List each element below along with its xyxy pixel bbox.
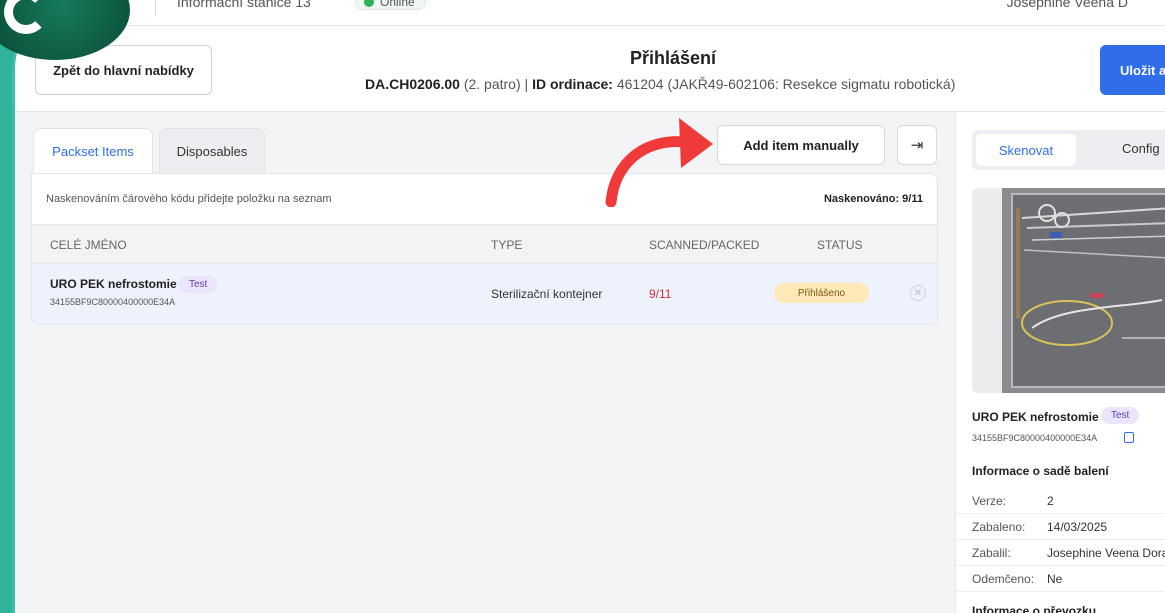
detail-row-packed-date: Zabaleno: 14/03/2025 [956, 514, 1165, 540]
app-frame: Informační stanice 13 Online Josephine V… [12, 0, 1165, 613]
column-header-status[interactable]: STATUS [817, 238, 863, 252]
page-header: Zpět do hlavní nabídky Přihlášení DA.CH0… [15, 26, 1165, 112]
detail-value: 14/03/2025 [1047, 520, 1108, 534]
detail-sidebar: Skenovat Config URO PEK nefrostomie Test… [955, 112, 1165, 613]
divider [155, 0, 156, 16]
callout-arrow-icon [605, 118, 713, 207]
detail-row-packed-by: Zabalil: Josephine Veena Dora [956, 540, 1165, 566]
tab-disposables[interactable]: Disposables [159, 128, 265, 174]
separator: | [524, 76, 533, 92]
location-code: DA.CH0206.00 [365, 76, 460, 92]
packset-items-panel: Naskenováním čárového kódu přidejte polo… [31, 173, 938, 325]
scanned-count: Naskenováno: 9/11 [823, 193, 923, 205]
instrument-tray-image [972, 188, 1165, 393]
selected-item-code: 34155BF9C80000400000E34A [972, 433, 1098, 443]
item-scanned-packed: 9/11 [649, 287, 672, 301]
packset-info-title: Informace o sadě balení [972, 464, 1109, 478]
collapse-right-icon: ⇥ [910, 137, 924, 154]
detail-key: Verze: [972, 494, 1007, 508]
station-name: Informační stanice 13 [177, 0, 311, 10]
scan-hint: Naskenováním čárového kódu přidejte polo… [46, 193, 332, 205]
transport-info-title: Informace o převozku [972, 604, 1097, 613]
online-dot-icon [364, 0, 374, 7]
tab-config[interactable]: Config [1122, 141, 1160, 156]
copy-icon[interactable] [1124, 432, 1134, 443]
page-title: Přihlášení [629, 48, 717, 68]
tab-scan[interactable]: Skenovat [976, 134, 1076, 166]
sidebar-tabs: Skenovat Config [972, 130, 1165, 170]
operating-id-label: ID ordinace: [532, 76, 613, 92]
detail-row-version: Verze: 2 [956, 488, 1165, 514]
floor-label: (2. patro) [463, 76, 521, 92]
packset-photo [972, 188, 1165, 393]
operation-info: DA.CH0206.00 (2. patro) | ID ordinace: 4… [365, 76, 1065, 92]
operating-id-value: 461204 (JAKŘ49-602106: Resekce sigmatu r… [616, 76, 956, 92]
detail-row-unlocked: Odemčeno: Ne [956, 566, 1165, 592]
detail-value: Josephine Veena Dora [1047, 546, 1165, 560]
scan-hint-row: Naskenováním čárového kódu přidejte polo… [32, 174, 937, 224]
online-status-label: Online [380, 0, 415, 9]
table-row[interactable]: URO PEK nefrostomie Test 34155BF9C800004… [32, 264, 937, 324]
add-item-manually-button[interactable]: Add item manually [717, 125, 885, 165]
detail-key: Zabaleno: [972, 520, 1026, 534]
column-header-scanned[interactable]: SCANNED/PACKED [649, 238, 759, 252]
detail-value: Ne [1047, 572, 1063, 586]
save-button[interactable]: Uložit a [1100, 45, 1165, 95]
status-badge: Přihlášeno [774, 283, 869, 303]
column-header-type[interactable]: TYPE [491, 238, 522, 252]
detail-key: Zabalil: [972, 546, 1011, 560]
detail-key: Odemčeno: [972, 572, 1035, 586]
top-status-strip: Informační stanice 13 Online Josephine V… [15, 0, 1165, 26]
selected-item-test-badge: Test [1101, 407, 1140, 424]
column-header-name[interactable]: CELÉ JMÉNO [50, 238, 127, 252]
selected-item-name: URO PEK nefrostomie [972, 410, 1099, 424]
table-header: CELÉ JMÉNO TYPE SCANNED/PACKED STATUS [32, 224, 937, 264]
tab-packset-items[interactable]: Packset Items [33, 128, 153, 174]
item-name: URO PEK nefrostomie [50, 277, 177, 291]
online-status-badge: Online [355, 0, 426, 10]
remove-item-icon[interactable]: ✕ [910, 285, 926, 301]
logo-ring-icon [4, 0, 48, 34]
user-name[interactable]: Josephine Veena D [1007, 0, 1128, 10]
test-badge: Test [179, 276, 218, 293]
item-code: 34155BF9C80000400000E34A [50, 297, 176, 307]
detail-value: 2 [1047, 494, 1054, 508]
item-type: Sterilizační kontejner [491, 287, 603, 301]
collapse-panel-button[interactable]: ⇥ [897, 125, 937, 165]
